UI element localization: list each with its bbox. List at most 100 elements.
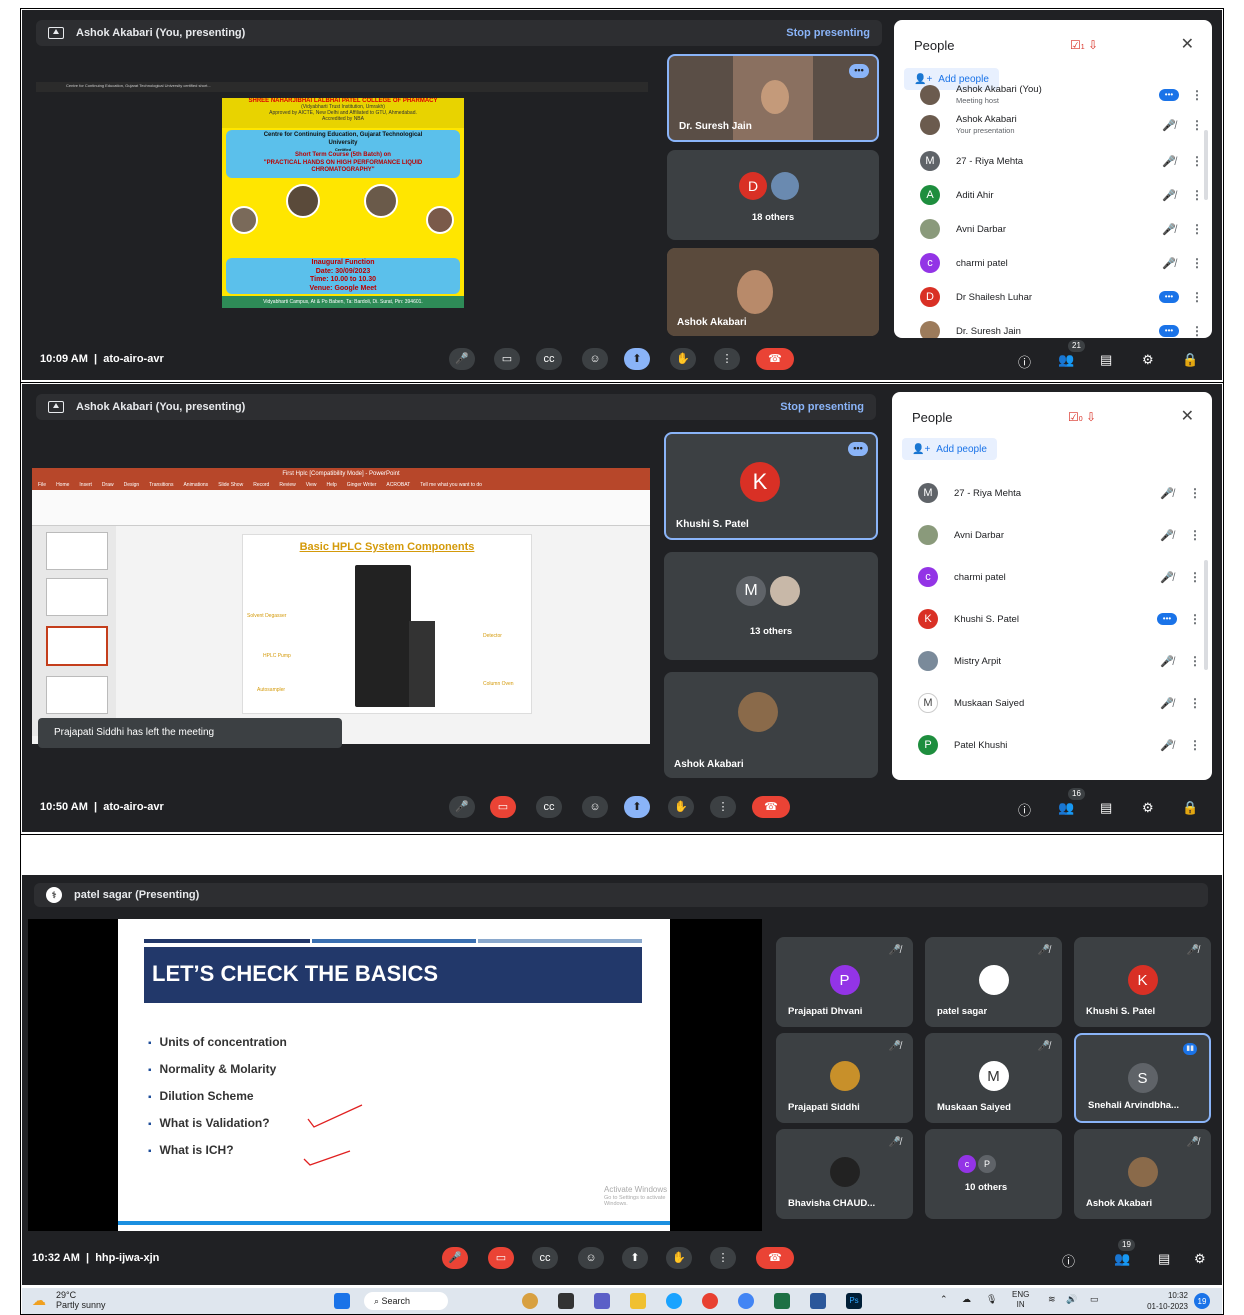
ppt-tab[interactable]: File: [38, 480, 46, 490]
info-icon[interactable]: ⓘ: [1018, 352, 1031, 371]
activities-icon[interactable]: ⚙: [1142, 352, 1154, 368]
participant-tile[interactable]: 🎤̸ Bhavisha CHAUD...: [776, 1129, 913, 1219]
camera-off-button[interactable]: ▭: [488, 1247, 514, 1269]
participant-tile[interactable]: S ▮▮ Snehali Arvindbha...: [1074, 1033, 1211, 1123]
captions-button[interactable]: cc: [536, 348, 562, 370]
mic-muted-icon[interactable]: 🎤̸: [1154, 571, 1180, 584]
start-icon[interactable]: [334, 1293, 350, 1309]
speaking-indicator-icon[interactable]: •••: [1159, 89, 1179, 101]
leave-call-button[interactable]: ☎: [756, 348, 794, 370]
speaking-indicator-icon[interactable]: •••: [1159, 291, 1179, 303]
participant-tile[interactable]: 🎤̸ Prajapati Siddhi: [776, 1033, 913, 1123]
ppt-tab[interactable]: Draw: [102, 480, 114, 490]
notification-badge[interactable]: 19: [1194, 1293, 1210, 1309]
participant-tile[interactable]: M 🎤̸ Muskaan Saiyed: [925, 1033, 1062, 1123]
thumb-12[interactable]: [46, 676, 108, 714]
more-options-button[interactable]: ⋮: [710, 1247, 736, 1269]
host-controls-icon[interactable]: 🔒: [1182, 800, 1198, 816]
ppt-tab[interactable]: Design: [124, 480, 140, 490]
emoji-button[interactable]: ☺: [582, 348, 608, 370]
ppt-tab[interactable]: Slide Show: [218, 480, 243, 490]
mic-muted-icon[interactable]: 🎤̸: [1154, 529, 1180, 542]
activities-icon[interactable]: ⚙: [1194, 1251, 1206, 1267]
participant-row[interactable]: Ashok Akabari (You) Meeting host ••• ⋮: [894, 80, 1212, 110]
cloud-icon[interactable]: ☁: [962, 1294, 971, 1305]
mic-muted-icon[interactable]: 🎤̸: [1154, 487, 1180, 500]
participant-row[interactable]: Avni Darbar 🎤̸ ⋮: [894, 214, 1212, 244]
participant-row[interactable]: Ashok Akabari Your presentation 🎤̸ ⋮: [894, 110, 1212, 140]
more-options-icon[interactable]: •••: [849, 64, 869, 78]
participant-row[interactable]: P Patel Khushi 🎤̸ ⋮: [892, 730, 1210, 760]
activities-icon[interactable]: ⚙: [1142, 800, 1154, 816]
more-options-button[interactable]: ⋮: [710, 796, 736, 818]
ppt-tab[interactable]: Animations: [183, 480, 208, 490]
raised-hands-icon[interactable]: ☑1 ⇩: [1070, 38, 1098, 52]
mic-off-button[interactable]: 🎤: [442, 1247, 468, 1269]
mic-button[interactable]: 🎤: [449, 796, 475, 818]
speaking-indicator-icon[interactable]: •••: [1157, 613, 1177, 625]
thumb-11[interactable]: [46, 626, 108, 666]
captions-button[interactable]: cc: [532, 1247, 558, 1269]
chat-icon[interactable]: ▤: [1100, 352, 1112, 368]
participant-tile[interactable]: K 🎤̸ Khushi S. Patel: [1074, 937, 1211, 1027]
leave-call-button[interactable]: ☎: [752, 796, 790, 818]
tile-others[interactable]: M 13 others: [664, 552, 878, 660]
close-icon[interactable]: ✕: [1181, 34, 1194, 54]
app-icon-1[interactable]: [522, 1293, 538, 1309]
speaking-indicator-icon[interactable]: •••: [1159, 325, 1179, 337]
mic-button[interactable]: 🎤: [449, 348, 475, 370]
tile-ashok-akabari[interactable]: Ashok Akabari: [664, 672, 878, 778]
participant-tile[interactable]: c P 10 others: [925, 1129, 1062, 1219]
mic-muted-icon[interactable]: 🎤̸: [1156, 155, 1182, 168]
participant-row[interactable]: c charmi patel 🎤̸ ⋮: [894, 248, 1212, 278]
mic-muted-icon[interactable]: 🎤̸: [1154, 739, 1180, 752]
present-button[interactable]: ⬆: [624, 348, 650, 370]
participant-menu-icon[interactable]: ⋮: [1182, 88, 1212, 102]
ppt-tab[interactable]: Tell me what you want to do: [420, 480, 482, 490]
participant-menu-icon[interactable]: ⋮: [1180, 738, 1210, 752]
participant-row[interactable]: M 27 - Riya Mehta 🎤̸ ⋮: [894, 146, 1212, 176]
thumb-9[interactable]: [46, 532, 108, 570]
participant-menu-icon[interactable]: ⋮: [1182, 290, 1212, 304]
mic-muted-icon[interactable]: 🎤̸: [1154, 655, 1180, 668]
scrollbar[interactable]: [1204, 560, 1208, 670]
ppt-tab[interactable]: Help: [326, 480, 336, 490]
raised-hands-icon[interactable]: ☑0 ⇩: [1068, 410, 1096, 424]
participant-row[interactable]: K Khushi S. Patel ••• ⋮: [892, 604, 1210, 634]
people-icon[interactable]: 👥 16: [1058, 788, 1085, 816]
mic-muted-icon[interactable]: 🎤̸: [1156, 223, 1182, 236]
info-icon[interactable]: ⓘ: [1018, 800, 1031, 819]
clock[interactable]: 10:32 01-10-2023: [1128, 1290, 1188, 1312]
mic-muted-icon[interactable]: 🎤̸: [1156, 119, 1182, 132]
participant-tile[interactable]: P 🎤̸ Prajapati Dhvani: [776, 937, 913, 1027]
stop-presenting-button[interactable]: Stop presenting: [780, 401, 864, 413]
chat-icon[interactable]: ▤: [1100, 800, 1112, 816]
more-options-button[interactable]: ⋮: [714, 348, 740, 370]
scrollbar[interactable]: [1204, 130, 1208, 200]
volume-icon[interactable]: 🔊: [1066, 1294, 1077, 1305]
stop-presenting-button[interactable]: Stop presenting: [786, 27, 870, 39]
participant-row[interactable]: M Muskaan Saiyed 🎤̸ ⋮: [892, 688, 1210, 718]
captions-button[interactable]: cc: [536, 796, 562, 818]
participant-tile[interactable]: 🎤̸ patel sagar: [925, 937, 1062, 1027]
ppt-tab[interactable]: Transitions: [149, 480, 173, 490]
leave-call-button[interactable]: ☎: [756, 1247, 794, 1269]
mic-muted-icon[interactable]: 🎤̸: [1156, 189, 1182, 202]
participant-row[interactable]: D Dr Shailesh Luhar ••• ⋮: [894, 282, 1212, 312]
tile-suresh-jain[interactable]: ••• Dr. Suresh Jain: [667, 54, 879, 142]
participant-row[interactable]: Avni Darbar 🎤̸ ⋮: [892, 520, 1210, 550]
raise-hand-button[interactable]: ✋: [668, 796, 694, 818]
participant-menu-icon[interactable]: ⋮: [1182, 324, 1212, 338]
emoji-button[interactable]: ☺: [582, 796, 608, 818]
present-button[interactable]: ⬆: [622, 1247, 648, 1269]
emoji-button[interactable]: ☺: [578, 1247, 604, 1269]
raise-hand-button[interactable]: ✋: [666, 1247, 692, 1269]
close-icon[interactable]: ✕: [1181, 406, 1194, 426]
mic-muted-icon[interactable]: 🎤̸: [1156, 257, 1182, 270]
participant-tile[interactable]: 🎤̸ Ashok Akabari: [1074, 1129, 1211, 1219]
file-explorer-icon[interactable]: [630, 1293, 646, 1309]
ppt-tab[interactable]: Review: [279, 480, 295, 490]
participant-row[interactable]: Dr. Suresh Jain ••• ⋮: [894, 316, 1212, 338]
participant-menu-icon[interactable]: ⋮: [1182, 222, 1212, 236]
present-button[interactable]: ⬆: [624, 796, 650, 818]
